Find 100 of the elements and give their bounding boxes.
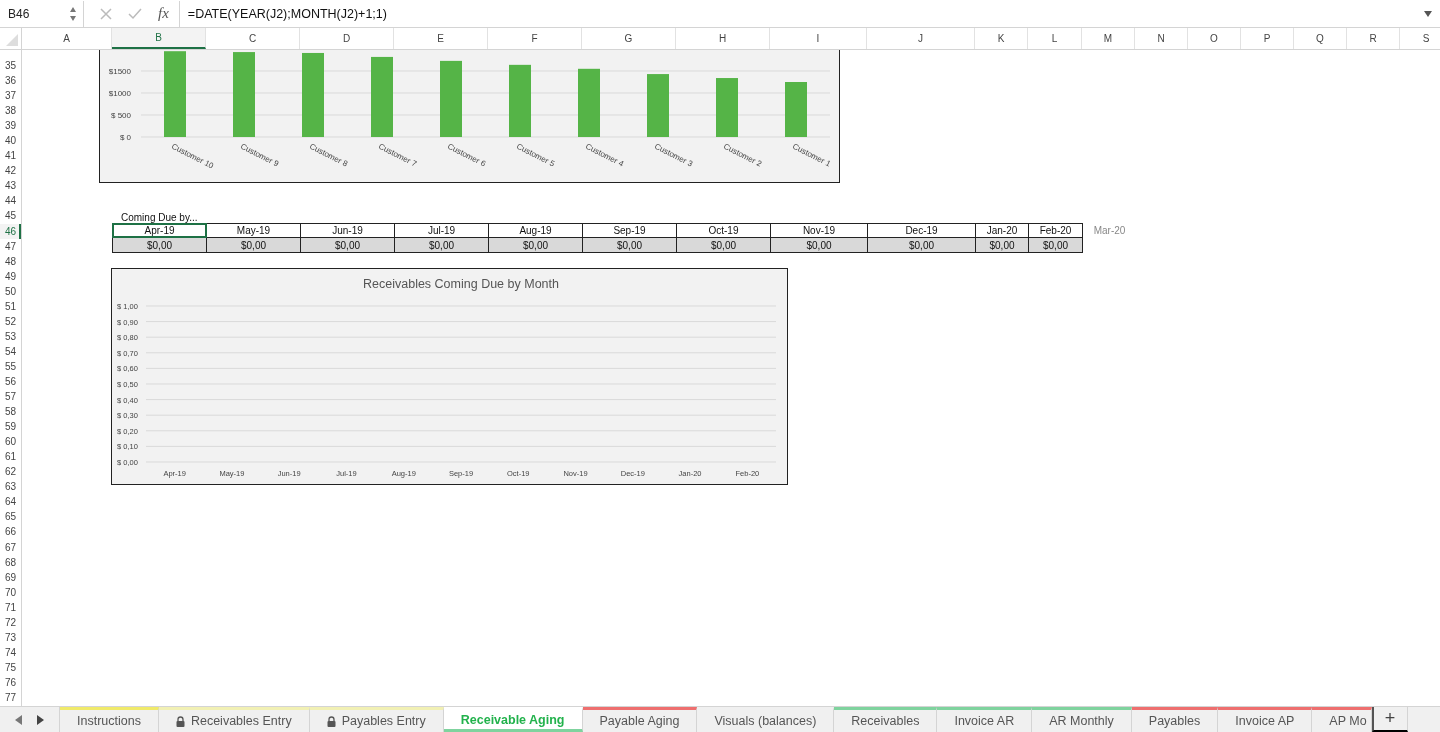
column-header[interactable]: Q: [1294, 28, 1347, 49]
sheet-tab[interactable]: Receivables: [834, 707, 938, 732]
column-header[interactable]: P: [1241, 28, 1294, 49]
row-header[interactable]: 47: [0, 238, 21, 254]
column-header[interactable]: R: [1347, 28, 1400, 49]
previous-icon[interactable]: [15, 714, 23, 725]
row-header[interactable]: 57: [0, 389, 21, 405]
row-header[interactable]: 42: [0, 163, 21, 179]
column-header[interactable]: S: [1400, 28, 1440, 49]
amount-cell[interactable]: $0,00: [300, 237, 395, 254]
row-header[interactable]: 53: [0, 328, 21, 344]
row-header[interactable]: 76: [0, 674, 21, 690]
row-header[interactable]: 72: [0, 614, 21, 630]
check-icon[interactable]: [128, 7, 142, 20]
sheet-tab[interactable]: Payable Aging: [582, 707, 698, 732]
row-header[interactable]: 52: [0, 313, 21, 329]
column-header[interactable]: B: [112, 28, 206, 49]
sheet-tab[interactable]: Invoice AR: [937, 707, 1033, 732]
sheet-tab[interactable]: Payables Entry: [309, 707, 444, 732]
row-header[interactable]: 48: [0, 253, 21, 269]
table-title: Coming Due by...: [120, 212, 198, 224]
row-header[interactable]: 65: [0, 509, 21, 525]
row-header[interactable]: 74: [0, 644, 21, 660]
sheet-tab[interactable]: AP Mo: [1312, 707, 1372, 732]
column-header[interactable]: M: [1082, 28, 1135, 49]
column-header[interactable]: D: [300, 28, 394, 49]
row-header[interactable]: 49: [0, 268, 21, 284]
column-header[interactable]: I: [770, 28, 867, 49]
row-header[interactable]: 62: [0, 464, 21, 480]
row-header[interactable]: 58: [0, 404, 21, 420]
amount-cell[interactable]: $0,00: [676, 237, 771, 254]
column-header[interactable]: G: [582, 28, 676, 49]
amount-cell[interactable]: $0,00: [206, 237, 301, 254]
row-header[interactable]: 51: [0, 298, 21, 314]
column-header[interactable]: K: [975, 28, 1028, 49]
row-header[interactable]: 44: [0, 193, 21, 209]
axis-label: $ 0: [119, 133, 131, 142]
row-header[interactable]: 37: [0, 88, 21, 104]
row-header[interactable]: 67: [0, 539, 21, 555]
column-header[interactable]: J: [867, 28, 975, 49]
row-header[interactable]: 71: [0, 599, 21, 615]
row-header[interactable]: 64: [0, 494, 21, 510]
column-header[interactable]: L: [1028, 28, 1082, 49]
row-header[interactable]: 56: [0, 374, 21, 390]
row-header[interactable]: 38: [0, 103, 21, 119]
row-header[interactable]: 43: [0, 178, 21, 194]
axis-label: $1500: [108, 67, 131, 76]
amount-cell[interactable]: $0,00: [867, 237, 976, 254]
spinner-icon[interactable]: [69, 5, 77, 22]
column-header[interactable]: H: [676, 28, 770, 49]
amount-cell[interactable]: $0,00: [488, 237, 583, 254]
next-icon[interactable]: [36, 714, 44, 725]
column-header[interactable]: O: [1188, 28, 1241, 49]
row-header[interactable]: 46: [0, 223, 21, 239]
sheet-tab[interactable]: AR Monthly: [1032, 707, 1132, 732]
chart-bar: [785, 82, 807, 137]
row-header[interactable]: 35: [0, 58, 21, 74]
dropdown-icon[interactable]: [1424, 10, 1432, 17]
row-header[interactable]: 36: [0, 73, 21, 89]
row-header[interactable]: 41: [0, 148, 21, 164]
row-header[interactable]: 50: [0, 283, 21, 299]
row-header[interactable]: 61: [0, 449, 21, 465]
row-header[interactable]: 45: [0, 208, 21, 224]
amount-cell[interactable]: $0,00: [582, 237, 677, 254]
column-header[interactable]: N: [1135, 28, 1188, 49]
axis-label: $ 500: [110, 111, 131, 120]
sheet-tab[interactable]: Instructions: [60, 707, 159, 732]
row-header[interactable]: 39: [0, 118, 21, 134]
month-cell[interactable]: Mar-20: [1093, 225, 1126, 237]
function-button[interactable]: fx: [158, 5, 169, 22]
row-header[interactable]: 70: [0, 584, 21, 600]
formula-field[interactable]: =DATE(YEAR(J2);MONTH(J2)+1;1): [187, 6, 1424, 21]
row-header[interactable]: 75: [0, 659, 21, 675]
row-header[interactable]: 40: [0, 133, 21, 149]
sheet-tab[interactable]: Payables: [1131, 707, 1219, 732]
amount-cell[interactable]: $0,00: [975, 237, 1029, 254]
chart-bar: [647, 74, 669, 137]
amount-cell[interactable]: $0,00: [770, 237, 868, 254]
row-header[interactable]: 69: [0, 569, 21, 585]
row-header[interactable]: 60: [0, 434, 21, 450]
column-header[interactable]: C: [206, 28, 300, 49]
month-cell[interactable]: Apr-19: [112, 223, 207, 239]
row-header[interactable]: 59: [0, 419, 21, 435]
name-box[interactable]: B46: [0, 0, 84, 27]
row-header[interactable]: 68: [0, 554, 21, 570]
sheet-tab[interactable]: Receivables Entry: [158, 707, 310, 732]
row-header[interactable]: 55: [0, 358, 21, 374]
add-sheet-button[interactable]: +: [1371, 707, 1408, 732]
amount-cell[interactable]: $0,00: [1028, 237, 1083, 254]
row-header[interactable]: 54: [0, 343, 21, 359]
row-header[interactable]: 77: [0, 689, 21, 705]
row-header[interactable]: 63: [0, 479, 21, 495]
amount-cell[interactable]: $0,00: [394, 237, 489, 254]
column-header[interactable]: F: [488, 28, 582, 49]
sheet-tab[interactable]: Invoice AP: [1218, 707, 1313, 732]
chart-bar: [578, 68, 600, 137]
row-header[interactable]: 66: [0, 524, 21, 540]
chart-bar: [716, 78, 738, 137]
column-header[interactable]: E: [394, 28, 488, 49]
row-header[interactable]: 73: [0, 629, 21, 645]
